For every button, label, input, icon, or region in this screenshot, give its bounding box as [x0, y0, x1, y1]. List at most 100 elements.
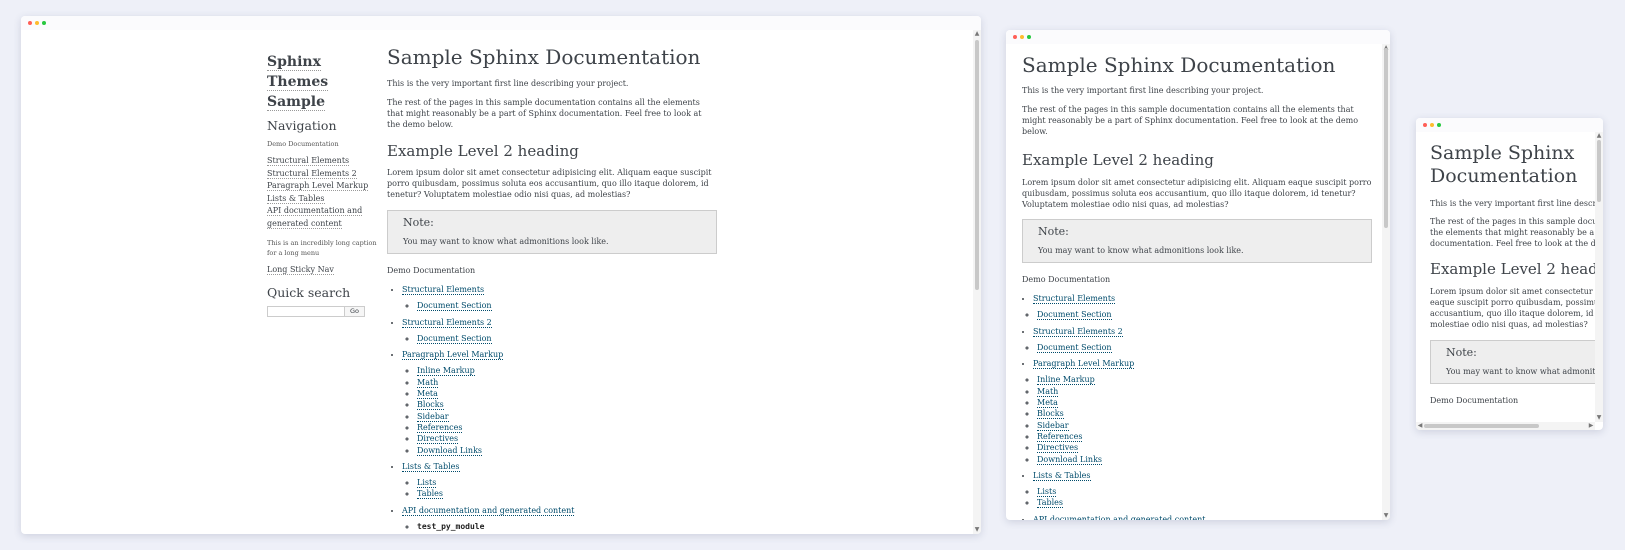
sidebar-logo[interactable]: Sphinx Themes Sample — [267, 52, 377, 112]
toc-subitem: Document Section — [1037, 309, 1372, 321]
maximize-dot-icon[interactable] — [42, 21, 46, 25]
toc-subitem: Meta — [1037, 397, 1372, 409]
close-dot-icon[interactable] — [1423, 123, 1427, 127]
note-text: You may want to know what admonitions lo… — [1038, 246, 1244, 255]
logo-line-1[interactable]: Sphinx Themes — [267, 54, 329, 91]
toc-subitem: Lists — [1037, 486, 1372, 498]
toc-caption: Demo Documentation — [387, 266, 476, 275]
scrollbar-thumb[interactable] — [1384, 48, 1388, 228]
lorem-paragraph: Lorem ipsum dolor sit amet consectetur a… — [1022, 178, 1372, 209]
toc-item: Paragraph Level Markup Inline Markup Mat… — [402, 349, 717, 456]
body-paragraph: The rest of the pages in this sample doc… — [1430, 217, 1595, 248]
toc-subitem: Blocks — [1037, 408, 1372, 420]
scrollbar-thumb[interactable] — [1597, 140, 1601, 202]
quick-search-heading: Quick search — [267, 284, 351, 300]
desktop-browser-window: Sphinx Themes Sample Navigation Demo Doc… — [21, 16, 981, 534]
toc-subitem: Tables — [1037, 497, 1372, 509]
scrollbar-thumb[interactable] — [975, 40, 979, 290]
scroll-left-icon[interactable]: ◀ — [1416, 422, 1424, 430]
scroll-up-icon[interactable]: ▲ — [973, 30, 981, 38]
note-title: Note: — [1038, 225, 1069, 238]
toc-subitem: Meta — [417, 388, 717, 400]
toc-item: Lists & Tables Lists Tables — [402, 461, 717, 500]
document-body: Sample Sphinx Documentation This is the … — [1430, 142, 1595, 406]
toc-subitem: Tables — [417, 488, 717, 500]
window-controls — [1013, 35, 1031, 39]
sidebar-item-paragraph-markup[interactable]: Paragraph Level Markup — [267, 180, 377, 193]
document-body: Sample Sphinx Documentation This is the … — [387, 44, 717, 534]
toc-subitem: Sidebar — [417, 411, 717, 422]
scroll-down-icon[interactable]: ▼ — [1382, 512, 1390, 520]
toc-caption: Demo Documentation — [1022, 275, 1111, 284]
sidebar-long-caption: This is an incredibly long caption for a… — [267, 239, 377, 257]
scroll-right-icon[interactable]: ▶ — [1587, 422, 1595, 430]
sidebar-item-structural-elements-2[interactable]: Structural Elements 2 — [267, 168, 377, 181]
window-controls — [1423, 123, 1441, 127]
minimize-dot-icon[interactable] — [1020, 35, 1024, 39]
sidebar: Sphinx Themes Sample Navigation Demo Doc… — [267, 52, 377, 317]
toc-subitem: Math — [1037, 386, 1372, 397]
close-dot-icon[interactable] — [1013, 35, 1017, 39]
minimize-dot-icon[interactable] — [1430, 123, 1434, 127]
intro-paragraph: This is the very important first line de… — [387, 79, 629, 88]
navigation-heading: Navigation — [267, 118, 337, 133]
toc-item: Structural Elements Document Section — [1022, 293, 1372, 321]
toc-subitem: test_py_module — [417, 521, 717, 532]
lorem-paragraph: Lorem ipsum dolor sit amet consectetur a… — [387, 168, 712, 199]
intro-paragraph: This is the very important first line de… — [1430, 199, 1595, 208]
minimize-dot-icon[interactable] — [35, 21, 39, 25]
sidebar-item-structural-elements[interactable]: Structural Elements — [267, 155, 377, 168]
toc-item: Lists & Tables Lists Tables — [1022, 470, 1372, 509]
vertical-scrollbar[interactable]: ▲ ▼ — [1382, 44, 1390, 520]
scroll-down-icon[interactable]: ▼ — [973, 526, 981, 534]
toc-caption: Demo Documentation — [1430, 396, 1519, 405]
toc-subitem: Inline Markup — [1037, 374, 1372, 386]
vertical-scrollbar[interactable]: ▲ ▼ — [973, 30, 981, 534]
level-2-heading: Example Level 2 heading — [387, 142, 579, 160]
search-go-button[interactable]: Go — [345, 305, 366, 317]
admonition-note: Note: You may want to know what admoniti… — [1430, 340, 1595, 384]
admonition-note: Note: You may want to know what admoniti… — [387, 210, 717, 254]
maximize-dot-icon[interactable] — [1027, 35, 1031, 39]
search-input[interactable] — [267, 305, 345, 317]
page-title: Sample Sphinx Documentation — [1022, 53, 1336, 77]
logo-line-2[interactable]: Sample — [267, 94, 326, 111]
window-controls — [28, 21, 46, 25]
toc-subitem: Document Section — [1037, 342, 1372, 353]
scroll-down-icon[interactable]: ▼ — [1595, 414, 1603, 422]
toc-item: Structural Elements Document Section — [402, 284, 717, 312]
toc-item: Structural Elements 2 Document Section — [1022, 326, 1372, 354]
sidebar-nav-list: Structural Elements Structural Elements … — [267, 155, 377, 230]
toc-subitem: Blocks — [417, 399, 717, 411]
toc-item: Structural Elements 2 Document Section — [402, 317, 717, 345]
sidebar-item-long-sticky-nav[interactable]: Long Sticky Nav — [267, 264, 377, 277]
toc-subitem: Download Links — [417, 445, 717, 456]
toc-subitem: References — [417, 422, 717, 433]
note-title: Note: — [1446, 346, 1477, 359]
toc-subitem: Download Links — [1037, 454, 1372, 465]
vertical-scrollbar[interactable]: ▲ ▼ — [1595, 132, 1603, 422]
maximize-dot-icon[interactable] — [1437, 123, 1441, 127]
toc-list: Structural Elements Document Section Str… — [1022, 293, 1372, 520]
toc-list: Structural Elements Document Section Str… — [387, 284, 717, 532]
intro-paragraph: This is the very important first line de… — [1022, 86, 1264, 95]
scrollbar-thumb[interactable] — [1424, 424, 1539, 428]
admonition-note: Note: You may want to know what admoniti… — [1022, 219, 1372, 263]
close-dot-icon[interactable] — [28, 21, 32, 25]
toc-subitem: Math — [417, 377, 717, 388]
toc-subitem: Inline Markup — [417, 365, 717, 377]
toc-subitem: Lists — [417, 477, 717, 489]
search-form: Go — [267, 305, 377, 317]
sidebar-nav-list-2: Long Sticky Nav — [267, 264, 377, 277]
horizontal-scrollbar[interactable]: ◀ ▶ — [1416, 422, 1595, 430]
toc-subitem: Document Section — [417, 333, 717, 344]
note-text: You may want to know what admonitions lo… — [403, 237, 609, 246]
scroll-up-icon[interactable]: ▲ — [1595, 132, 1603, 140]
window-titlebar — [1416, 118, 1603, 132]
sidebar-item-api-docs[interactable]: API documentation and generated content — [267, 205, 377, 230]
sidebar-item-lists-tables[interactable]: Lists & Tables — [267, 193, 377, 206]
window-titlebar — [1006, 30, 1390, 44]
tablet-browser-window: Sample Sphinx Documentation This is the … — [1006, 30, 1390, 520]
document-body: Sample Sphinx Documentation This is the … — [1022, 52, 1372, 520]
level-2-heading: Example Level 2 heading — [1430, 260, 1595, 278]
